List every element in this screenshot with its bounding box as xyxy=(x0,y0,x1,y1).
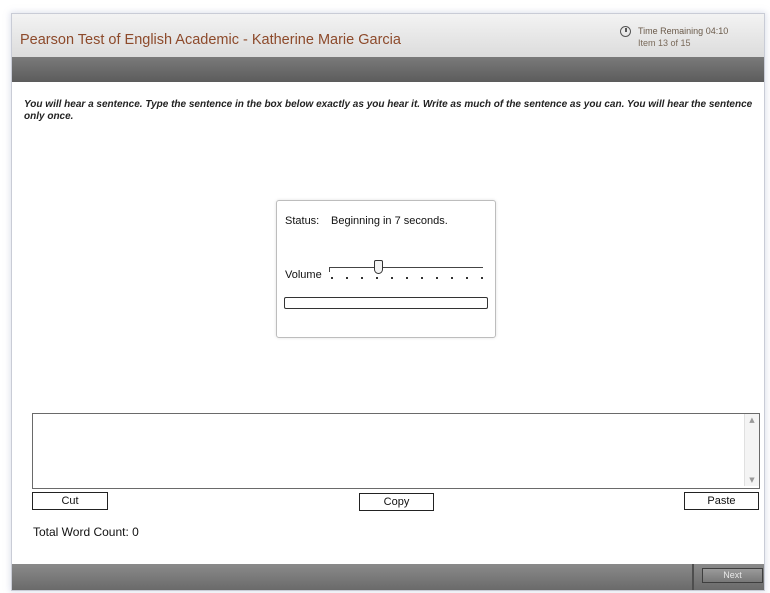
copy-button[interactable]: Copy xyxy=(359,493,434,511)
volume-track xyxy=(329,267,483,272)
app-title: Pearson Test of English Academic - Kathe… xyxy=(20,32,401,48)
status-label: Status: xyxy=(285,215,320,227)
title-bar: Pearson Test of English Academic - Kathe… xyxy=(12,14,764,57)
answer-input[interactable] xyxy=(33,414,741,486)
footer-divider xyxy=(692,564,694,590)
volume-ticks xyxy=(331,277,483,279)
scroll-down-arrow-icon[interactable]: ▼ xyxy=(745,474,759,486)
item-counter: Item 13 of 15 xyxy=(638,38,691,48)
footer-bar: Next xyxy=(12,564,764,590)
answer-box: ▲ ▼ xyxy=(32,413,760,489)
volume-slider-thumb[interactable] xyxy=(374,260,383,274)
paste-button[interactable]: Paste xyxy=(684,492,759,510)
instructions: You will hear a sentence. Type the sente… xyxy=(24,99,753,122)
time-remaining: Time Remaining 04:10 xyxy=(638,26,729,36)
answer-scrollbar[interactable]: ▲ ▼ xyxy=(744,414,759,486)
test-window: Pearson Test of English Academic - Kathe… xyxy=(12,14,764,590)
volume-label: Volume xyxy=(285,269,322,281)
audio-player: Status: Beginning in 7 seconds. Volume xyxy=(276,200,496,338)
cut-button[interactable]: Cut xyxy=(32,492,108,510)
audio-progress-bar xyxy=(284,297,488,309)
next-button[interactable]: Next xyxy=(702,568,763,583)
word-count: Total Word Count: 0 xyxy=(33,525,139,539)
header-bar xyxy=(12,57,764,82)
scroll-up-arrow-icon[interactable]: ▲ xyxy=(745,414,759,426)
clock-icon xyxy=(620,26,631,37)
status-text: Beginning in 7 seconds. xyxy=(331,215,448,227)
volume-slider[interactable] xyxy=(329,257,489,285)
